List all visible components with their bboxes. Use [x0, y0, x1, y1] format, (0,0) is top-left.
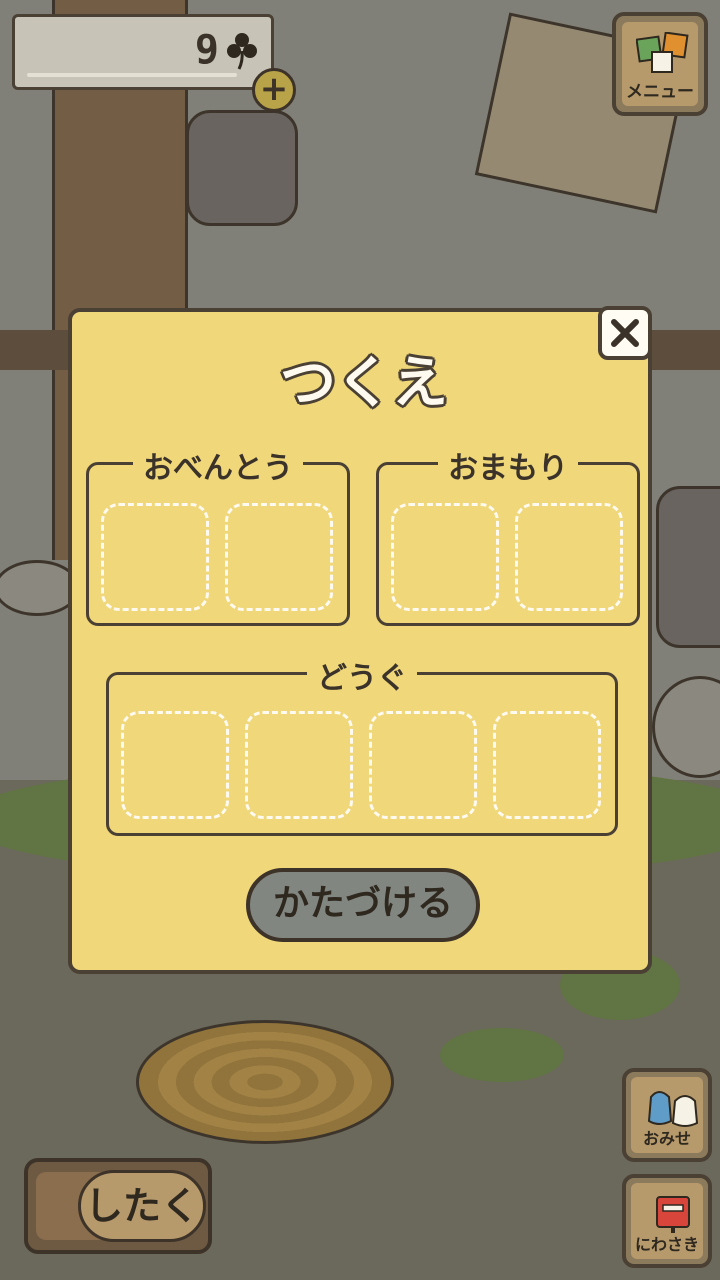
menu-button-face: メニュー [622, 22, 698, 106]
tool-slot[interactable] [369, 711, 477, 819]
shop-label: おみせ [642, 1129, 691, 1148]
lunch-group: おべんとう [86, 451, 350, 626]
desk-dialog: つくえ おべんとう おまもり どうぐ かたづける [68, 308, 652, 974]
prepare-label: したく [78, 1170, 206, 1242]
clover-progress-bar [27, 73, 237, 77]
lunch-group-label: おべんとう [133, 451, 303, 486]
menu-button[interactable]: メニュー [612, 12, 708, 116]
menu-label: メニュー [626, 82, 694, 102]
clover-icon [227, 33, 257, 70]
lunch-slot[interactable] [225, 503, 333, 611]
prepare-button[interactable]: したく [24, 1158, 212, 1254]
close-button[interactable] [598, 306, 652, 360]
menu-squares-icon [636, 32, 689, 73]
shop-button[interactable]: おみせ [622, 1068, 712, 1162]
close-icon [611, 319, 639, 347]
clover-count: 9 [194, 27, 219, 73]
charm-group: おまもり [376, 451, 640, 626]
charm-group-label: おまもり [438, 451, 578, 486]
lunch-slot[interactable] [101, 503, 209, 611]
shop-bag-icon [647, 1091, 699, 1127]
tools-group-label: どうぐ [307, 661, 417, 696]
clear-button[interactable]: かたづける [246, 868, 480, 942]
charm-slot[interactable] [391, 503, 499, 611]
dialog-title: つくえ [280, 351, 448, 416]
charm-slot[interactable] [515, 503, 623, 611]
tools-group: どうぐ [106, 661, 618, 836]
clover-counter: 9 [12, 14, 274, 90]
tool-slot[interactable] [493, 711, 601, 819]
plus-icon: + [259, 69, 289, 109]
garden-button[interactable]: にわさき [622, 1174, 712, 1268]
tool-slot[interactable] [245, 711, 353, 819]
mailbox-icon [656, 1196, 690, 1233]
add-clover-button[interactable]: + [252, 68, 296, 112]
garden-label: にわさき [634, 1235, 699, 1254]
tool-slot[interactable] [121, 711, 229, 819]
